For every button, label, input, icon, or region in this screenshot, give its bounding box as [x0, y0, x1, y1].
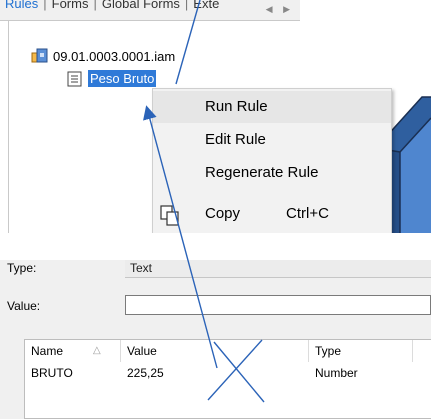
menu-item-shortcut: Ctrl+C [286, 205, 329, 222]
assembly-icon [31, 48, 49, 64]
column-header-value[interactable]: Value [121, 340, 309, 362]
column-header-name[interactable]: Name △ [25, 340, 121, 362]
menu-item-edit-rule[interactable]: Edit Rule [153, 124, 391, 156]
rule-icon [66, 71, 84, 87]
properties-panel: Type: Text Value: Name △ Value Type BRUT… [0, 260, 431, 419]
context-menu: Run Rule Edit Rule Regenerate Rule Copy … [152, 88, 392, 233]
cell-name: BRUTO [31, 366, 73, 380]
menu-item-label: Regenerate Rule [205, 164, 319, 181]
type-label: Type: [7, 261, 37, 275]
tree-item-assembly-label: 09.01.0003.0001.iam [53, 48, 176, 64]
menu-item-label: Run Rule [205, 98, 268, 115]
column-header-label: Name [31, 344, 64, 358]
tab-forms[interactable]: Forms [47, 0, 94, 11]
tab-global-forms[interactable]: Global Forms [97, 0, 185, 11]
menu-item-copy[interactable]: Copy Ctrl+C [153, 198, 391, 230]
menu-item-label: Edit Rule [205, 131, 266, 148]
tab-external[interactable]: Exte [188, 0, 224, 11]
sort-icon: △ [93, 345, 101, 356]
top-panel: Rules | Forms | Global Forms | Exte ◀ ▶ 09.01.… [0, 0, 431, 233]
tree-item-rule[interactable]: Peso Bruto [66, 70, 157, 87]
tree-item-rule-label: Peso Bruto [88, 70, 157, 87]
menu-item-label: Copy [205, 205, 241, 222]
value-input[interactable] [125, 295, 431, 315]
screenshot-gap [0, 233, 431, 260]
tab-rules[interactable]: Rules [0, 0, 43, 11]
copy-icon [159, 204, 181, 226]
column-header-type[interactable]: Type [309, 340, 413, 362]
tab-scroll-arrows-icon[interactable]: ◀ ▶ [266, 2, 294, 16]
column-header-label: Type [315, 344, 342, 358]
menu-item-regenerate-rule[interactable]: Regenerate Rule [153, 157, 391, 189]
column-header-extra [413, 340, 431, 362]
tab-bar: Rules | Forms | Global Forms | Exte ◀ ▶ [0, 0, 300, 21]
cell-value: 225,25 [127, 366, 164, 380]
parameters-table: Name △ Value Type BRUTO 225,25 Number [24, 339, 431, 419]
cell-type: Number [315, 366, 358, 380]
column-header-label: Value [127, 344, 157, 358]
value-label: Value: [7, 299, 41, 313]
type-field[interactable]: Text [125, 260, 431, 278]
tree-item-assembly[interactable]: 09.01.0003.0001.iam [31, 48, 175, 64]
menu-item-run-rule[interactable]: Run Rule [153, 91, 391, 123]
